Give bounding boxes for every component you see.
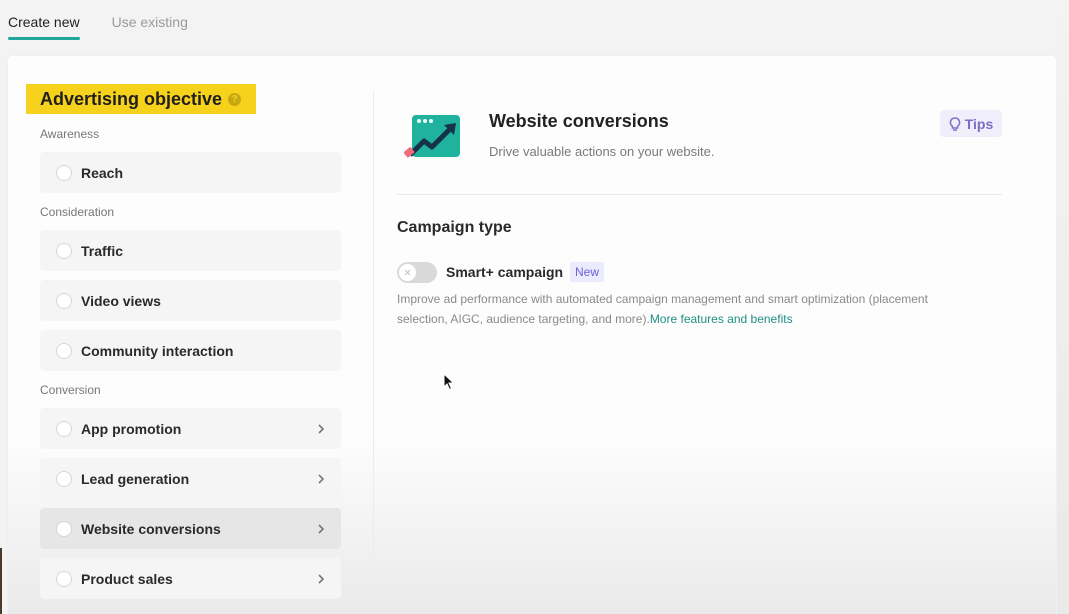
lightbulb-icon: [949, 116, 960, 131]
page: Create new Use existing Advertising obje…: [0, 0, 1069, 614]
tab-use-existing[interactable]: Use existing: [112, 0, 188, 40]
objective-detail-title: Website conversions: [489, 111, 669, 131]
group-label-consideration: Consideration: [40, 205, 115, 219]
group-label-conversion: Conversion: [40, 383, 101, 397]
radio-button[interactable]: [56, 520, 72, 537]
smart-campaign-toggle[interactable]: [397, 262, 437, 283]
chevron-right-icon: [315, 523, 327, 535]
mouse-cursor-icon: [443, 372, 455, 396]
section-divider: [397, 194, 1002, 195]
website-conversion-chart-icon: [403, 113, 462, 161]
objective-option-website-conversions[interactable]: Website conversions: [40, 508, 341, 549]
option-label: App promotion: [81, 420, 182, 437]
tips-label: Tips: [964, 115, 994, 132]
radio-button[interactable]: [56, 570, 72, 587]
objective-option-product-sales[interactable]: Product sales: [40, 558, 341, 599]
radio-button[interactable]: [56, 292, 72, 309]
tab-bar: Create new Use existing: [8, 0, 220, 40]
tips-button[interactable]: Tips: [940, 110, 1002, 137]
new-badge: New: [570, 262, 605, 282]
objective-detail-description: Drive valuable actions on your website.: [489, 144, 715, 159]
radio-button[interactable]: [56, 164, 72, 181]
chevron-right-icon: [315, 423, 327, 435]
objective-option-video-views[interactable]: Video views: [40, 280, 341, 321]
option-label: Traffic: [81, 242, 124, 259]
radio-button[interactable]: [56, 470, 72, 487]
more-features-link[interactable]: More features and benefits: [650, 312, 793, 326]
option-label: Product sales: [81, 570, 173, 587]
objective-option-lead-generation[interactable]: Lead generation: [40, 458, 341, 499]
objective-option-traffic[interactable]: Traffic: [40, 230, 341, 271]
question-circle-icon[interactable]: ?: [228, 92, 242, 106]
radio-button[interactable]: [56, 342, 72, 359]
advertising-objective-heading: Advertising objective ?: [26, 84, 256, 114]
smart-campaign-description: Improve ad performance with automated ca…: [397, 289, 977, 329]
advertising-objective-title: Advertising objective: [40, 88, 223, 109]
smart-campaign-label: Smart+ campaign: [446, 264, 564, 280]
option-label: Video views: [81, 292, 161, 309]
chevron-right-icon: [315, 473, 327, 485]
objective-option-reach[interactable]: Reach: [40, 152, 341, 193]
radio-button[interactable]: [56, 242, 72, 259]
toggle-knob: [399, 264, 416, 281]
window-edge-left: [0, 548, 2, 614]
option-label: Website conversions: [81, 520, 221, 537]
option-label: Reach: [81, 164, 124, 181]
chevron-right-icon: [315, 573, 327, 585]
radio-button[interactable]: [56, 420, 72, 437]
objective-option-community-interaction[interactable]: Community interaction: [40, 330, 341, 371]
close-icon: [404, 269, 411, 276]
group-label-awareness: Awareness: [40, 127, 100, 141]
tab-create-new[interactable]: Create new: [8, 0, 80, 40]
window-edge: [1057, 0, 1069, 614]
objective-option-app-promotion[interactable]: App promotion: [40, 408, 341, 449]
option-label: Community interaction: [81, 342, 234, 359]
column-divider: [373, 90, 374, 610]
campaign-type-heading: Campaign type: [397, 219, 512, 236]
option-label: Lead generation: [81, 470, 190, 487]
